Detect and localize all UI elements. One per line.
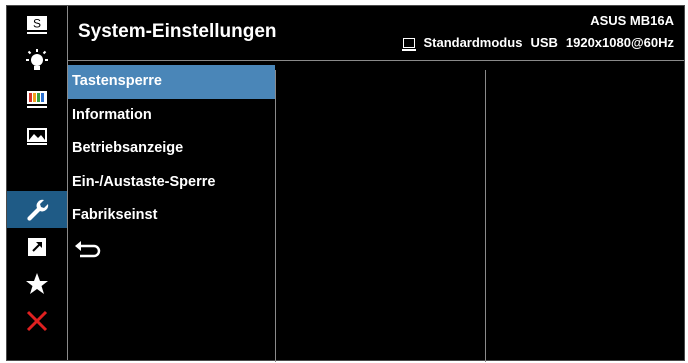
page-title: System-Einstellungen xyxy=(78,21,277,42)
menu-item-tastensperre[interactable]: Tastensperre xyxy=(68,65,275,99)
input-label: USB xyxy=(530,35,558,50)
menu-item-fabrikseinst[interactable]: Fabrikseinst xyxy=(68,199,275,233)
wrench-icon[interactable] xyxy=(7,191,67,228)
monitor-icon xyxy=(402,37,417,51)
menu-item-information[interactable]: Information xyxy=(68,99,275,133)
menu-item-ein-austaste-sperre[interactable]: Ein-/Austaste-Sperre xyxy=(68,166,275,200)
color-icon[interactable] xyxy=(7,80,67,117)
menu-item-betriebsanzeige[interactable]: Betriebsanzeige xyxy=(68,132,275,166)
osd-header: System-Einstellungen ASUS MB16A Standard… xyxy=(68,6,684,61)
resolution-label: 1920x1080@60Hz xyxy=(565,35,674,50)
brightness-icon[interactable] xyxy=(7,43,67,80)
splendid-s-letter: S xyxy=(33,16,41,30)
column-divider xyxy=(485,70,486,362)
image-icon[interactable] xyxy=(7,117,67,154)
model-name: ASUS MB16A xyxy=(590,13,674,28)
back-arrow-icon xyxy=(75,240,101,257)
shortcut-icon[interactable] xyxy=(7,228,67,265)
splendid-s-icon[interactable]: S xyxy=(7,6,67,43)
status-line: Standardmodus USB 1920x1080@60Hz xyxy=(402,35,674,51)
osd-panel: S System-Einstellungen ASUS MB16A Standa… xyxy=(6,5,685,362)
mode-label: Standardmodus xyxy=(423,35,523,50)
column-divider xyxy=(275,70,276,362)
close-icon[interactable] xyxy=(7,302,67,339)
star-icon[interactable] xyxy=(7,265,67,302)
sidebar: S xyxy=(7,6,68,360)
settings-menu: Tastensperre Information Betriebsanzeige… xyxy=(68,65,275,269)
back-button[interactable] xyxy=(68,233,275,269)
